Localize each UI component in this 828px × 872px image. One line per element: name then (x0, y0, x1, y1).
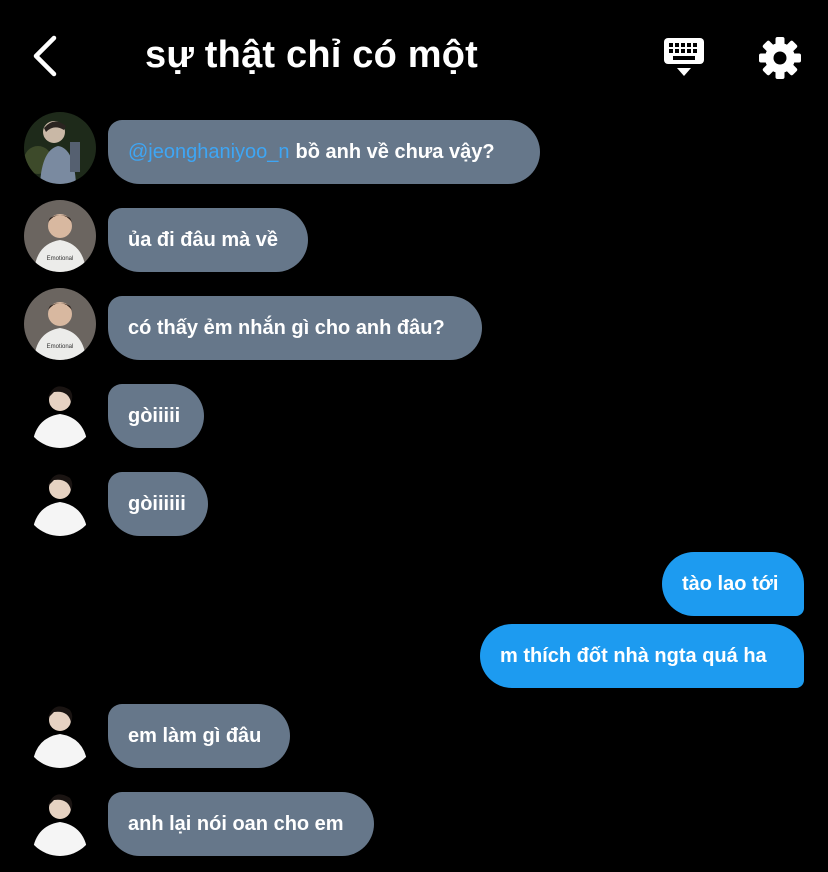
message-text: anh lại nói oan cho em (128, 812, 344, 835)
avatar[interactable] (24, 376, 96, 448)
svg-text:Emotional: Emotional (47, 256, 74, 262)
message-text: gòiiiiii (128, 492, 186, 515)
svg-text:Emotional: Emotional (47, 344, 74, 350)
avatar[interactable] (24, 696, 96, 768)
message-text: có thấy ẻm nhắn gì cho anh đâu? (128, 316, 445, 339)
message-bubble[interactable]: gòiiiii (108, 384, 204, 448)
message-text: tào lao tới (682, 572, 779, 595)
avatar[interactable] (24, 784, 96, 856)
message-bubble[interactable]: em làm gì đâu (108, 704, 290, 768)
message-text: ủa đi đâu mà về (128, 228, 279, 251)
person-photo-icon: Emotional (24, 288, 96, 360)
avatar[interactable]: Emotional (24, 288, 96, 360)
message-text: em làm gì đâu (128, 724, 262, 747)
message-text: m thích đốt nhà ngta quá ha (500, 644, 767, 667)
chevron-left-icon (33, 35, 57, 77)
person-photo-icon (24, 784, 96, 856)
person-photo-icon: Emotional (24, 200, 96, 272)
message-bubble[interactable]: ủa đi đâu mà về (108, 208, 308, 272)
message-bubble[interactable]: m thích đốt nhà ngta quá ha (480, 624, 804, 688)
message-bubble[interactable]: tào lao tới (662, 552, 804, 616)
person-photo-icon (24, 376, 96, 448)
back-button[interactable] (28, 34, 68, 78)
avatar[interactable] (24, 464, 96, 536)
settings-button[interactable] (758, 36, 802, 80)
gear-icon (759, 37, 801, 79)
keyboard-icon (664, 38, 704, 76)
keyboard-button[interactable] (660, 36, 708, 80)
message-bubble[interactable]: gòiiiiii (108, 472, 208, 536)
chat-title: sự thật chỉ có một (145, 34, 479, 76)
person-photo-icon (24, 464, 96, 536)
mention-link[interactable]: @jeonghaniyoo_n (128, 141, 290, 164)
message-text: gòiiiii (128, 404, 181, 427)
message-bubble[interactable]: anh lại nói oan cho em (108, 792, 374, 856)
message-text: bồ anh về chưa vậy? (295, 140, 495, 163)
avatar[interactable]: Emotional (24, 200, 96, 272)
person-photo-icon (24, 112, 96, 184)
chat-header: sự thật chỉ có một (0, 0, 828, 112)
message-bubble[interactable]: có thấy ẻm nhắn gì cho anh đâu? (108, 296, 482, 360)
message-bubble[interactable]: @jeonghaniyoo_n bồ anh về chưa vậy? (108, 120, 540, 184)
avatar[interactable] (24, 112, 96, 184)
person-photo-icon (24, 696, 96, 768)
